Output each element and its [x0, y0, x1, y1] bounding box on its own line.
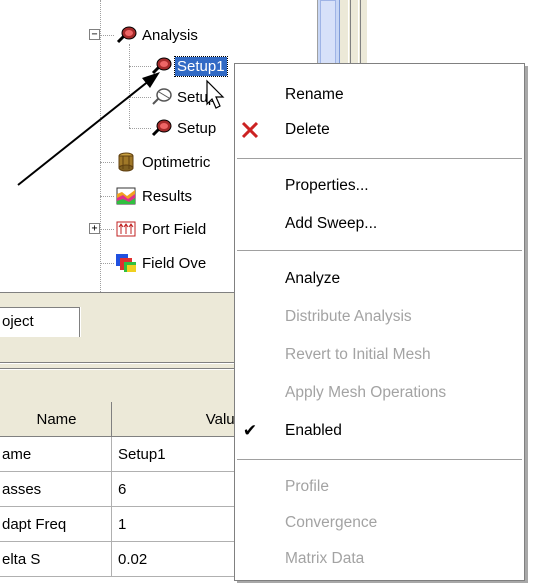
menu-item-properties[interactable]: Properties...	[235, 169, 524, 203]
menu-item-profile[interactable]: Profile	[235, 470, 524, 504]
tree-connector	[100, 35, 114, 36]
setup-disabled-icon	[150, 87, 172, 107]
tree-node-setup3[interactable]: Setup	[150, 117, 218, 139]
menu-item-rename[interactable]: Rename	[235, 78, 524, 112]
property-value[interactable]: 0.02	[112, 542, 252, 576]
results-icon	[115, 186, 137, 206]
property-value[interactable]: 1	[112, 507, 252, 541]
menu-item-label: Distribute Analysis	[285, 308, 412, 325]
collapse-analysis-button[interactable]: −	[89, 29, 100, 40]
property-name: ame	[0, 437, 112, 471]
tree-connector	[100, 162, 114, 163]
menu-item-delete[interactable]: Delete	[235, 113, 524, 147]
tree-node-field-overlays[interactable]: Field Ove	[115, 252, 208, 274]
tree-node-label: Setup	[177, 119, 217, 137]
scrollbar-thumb[interactable]	[320, 0, 336, 72]
menu-item-label: Delete	[285, 121, 330, 138]
menu-item-analyze[interactable]: Analyze	[235, 262, 524, 296]
tree-node-label: Field Ove	[142, 254, 207, 272]
tree-connector	[100, 0, 101, 292]
menu-item-label: Profile	[285, 478, 329, 495]
scrollbar-track[interactable]	[318, 0, 340, 72]
tree-connector	[100, 263, 114, 264]
menu-item-enabled[interactable]: ✔ Enabled	[235, 414, 524, 448]
menu-item-label: Properties...	[285, 177, 369, 194]
delete-x-icon	[235, 113, 265, 147]
tree-connector	[129, 44, 130, 128]
menu-item-label: Analyze	[285, 270, 341, 287]
tree-node-label: Analysis	[142, 26, 198, 44]
menu-separator	[237, 158, 522, 159]
menu-item-label: Add Sweep...	[285, 215, 378, 232]
tree-node-setup2[interactable]: Setup	[150, 86, 218, 108]
property-name: asses	[0, 472, 112, 506]
tree-node-label: Results	[142, 187, 193, 205]
splitter-grip[interactable]	[358, 0, 361, 72]
tree-node-port-field[interactable]: Port Field	[115, 218, 208, 240]
tree-connector	[129, 97, 151, 98]
menu-item-label: Convergence	[285, 514, 378, 531]
column-header-name[interactable]: Name	[0, 402, 112, 436]
tree-connector	[100, 229, 114, 230]
menu-item-label: Enabled	[285, 422, 342, 439]
analysis-icon	[115, 25, 137, 45]
tab-project[interactable]: oject	[0, 307, 80, 337]
tree-node-label: Port Field	[142, 220, 207, 238]
menu-item-label: Rename	[285, 86, 344, 103]
port-field-icon	[115, 219, 137, 239]
optimetrics-icon	[115, 152, 137, 172]
menu-item-matrix-data[interactable]: Matrix Data	[235, 542, 524, 576]
menu-separator	[237, 459, 522, 460]
menu-separator	[237, 250, 522, 251]
property-name: elta S	[0, 542, 112, 576]
tree-scrollbar[interactable]	[317, 0, 367, 72]
screenshot-frame: − + Analysis Setup1 Setup Setup Optimetr…	[0, 0, 537, 583]
tree-connector	[129, 128, 151, 129]
property-name: dapt Freq	[0, 507, 112, 541]
tree-node-setup1[interactable]: Setup1	[150, 55, 228, 77]
setup-icon	[150, 118, 172, 138]
tree-connector	[100, 196, 114, 197]
tree-node-label: Optimetric	[142, 153, 211, 171]
property-value[interactable]: 6	[112, 472, 252, 506]
field-overlays-icon	[115, 253, 137, 273]
tree-node-label-selected: Setup1	[174, 55, 228, 77]
column-header-value[interactable]: Value	[112, 402, 252, 436]
menu-item-apply-mesh-operations[interactable]: Apply Mesh Operations	[235, 376, 524, 410]
menu-item-distribute-analysis[interactable]: Distribute Analysis	[235, 300, 524, 334]
tree-node-analysis[interactable]: Analysis	[115, 24, 200, 46]
tree-connector	[129, 66, 151, 67]
expand-port-field-button[interactable]: +	[89, 223, 100, 234]
menu-item-convergence[interactable]: Convergence	[235, 506, 524, 540]
tree-node-optimetrics[interactable]: Optimetric	[115, 151, 212, 173]
tree-node-label: Setup	[177, 88, 217, 106]
tree-node-results[interactable]: Results	[115, 185, 194, 207]
menu-item-label: Apply Mesh Operations	[285, 384, 447, 401]
splitter-grip[interactable]	[348, 0, 351, 72]
setup-icon	[150, 56, 172, 76]
menu-item-label: Revert to Initial Mesh	[285, 346, 431, 363]
tab-divider	[80, 307, 85, 337]
property-value[interactable]: Setup1	[112, 437, 252, 471]
menu-item-revert-mesh[interactable]: Revert to Initial Mesh	[235, 338, 524, 372]
checkmark-icon: ✔	[242, 421, 258, 440]
menu-item-add-sweep[interactable]: Add Sweep...	[235, 207, 524, 241]
context-menu: Rename Delete Properties... Add Sweep...…	[234, 63, 525, 581]
menu-item-label: Matrix Data	[285, 550, 365, 567]
